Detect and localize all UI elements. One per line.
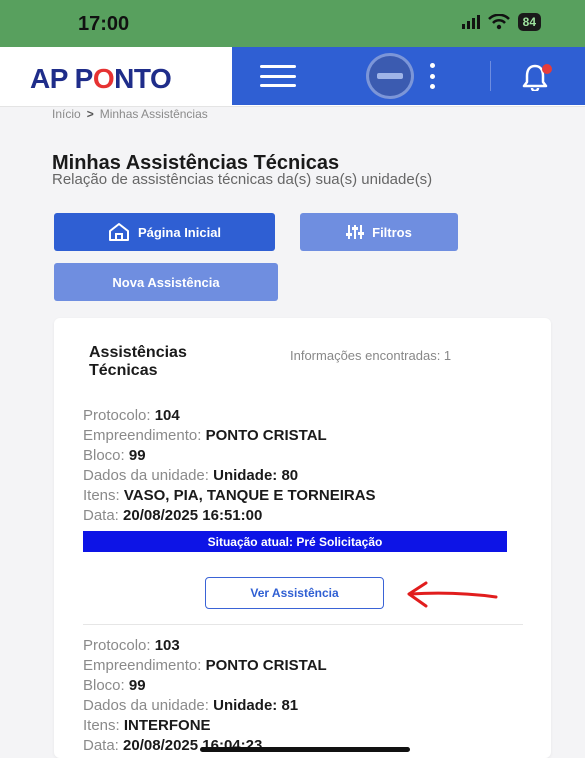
date-line: Data: 20/08/2025 16:51:00 — [83, 507, 263, 524]
wifi-icon — [487, 14, 510, 30]
header-toolbar — [232, 47, 585, 105]
home-button-label: Página Inicial — [137, 224, 222, 240]
list-item: Protocolo: 103 Empreendimento: PONTO CRI… — [83, 636, 327, 756]
divider — [83, 624, 523, 625]
app-header: AP PONTO — [0, 47, 585, 107]
protocol-line: Protocolo: 103 — [83, 637, 180, 654]
annotation-arrow-icon — [407, 581, 498, 608]
home-icon — [108, 223, 129, 241]
breadcrumb: Início > Minhas Assistências — [52, 107, 208, 121]
block-line: Bloco: 99 — [83, 677, 146, 694]
breadcrumb-home[interactable]: Início — [52, 107, 81, 121]
date-line: Data: 20/08/2025 16:04:23 — [83, 737, 263, 754]
menu-icon[interactable] — [260, 65, 296, 87]
results-count: Informações encontradas: 1 — [290, 348, 452, 363]
avatar[interactable] — [366, 53, 414, 99]
status-badge: Situação atual: Pré Solicitação — [83, 531, 507, 552]
home-indicator — [200, 747, 410, 752]
view-assistance-button[interactable]: Ver Assistência — [205, 577, 384, 609]
breadcrumb-current: Minhas Assistências — [99, 107, 208, 121]
notification-badge — [542, 64, 552, 74]
header-divider — [490, 61, 491, 91]
block-line: Bloco: 99 — [83, 447, 146, 464]
items-line: Itens: VASO, PIA, TANQUE E TORNEIRAS — [83, 487, 376, 504]
items-line: Itens: INTERFONE — [83, 717, 211, 734]
unit-line: Dados da unidade: Unidade: 81 — [83, 697, 299, 714]
development-line: Empreendimento: PONTO CRISTAL — [83, 657, 327, 674]
development-line: Empreendimento: PONTO CRISTAL — [83, 427, 327, 444]
unit-line: Dados da unidade: Unidade: 80 — [83, 467, 299, 484]
home-button[interactable]: Página Inicial — [54, 213, 275, 251]
status-bar: 17:00 84 — [0, 0, 585, 47]
list-item: Protocolo: 104 Empreendimento: PONTO CRI… — [83, 406, 376, 526]
app-logo[interactable]: AP PONTO — [30, 63, 172, 95]
battery-icon: 84 — [517, 13, 541, 31]
filters-button-label: Filtros — [372, 224, 412, 240]
assistance-card: Assistências Técnicas Informações encont… — [54, 318, 551, 758]
status-time: 17:00 — [78, 13, 130, 35]
more-options-icon[interactable] — [430, 63, 436, 89]
sliders-icon — [346, 225, 365, 239]
filters-button[interactable]: Filtros — [300, 213, 458, 251]
new-assistance-button[interactable]: Nova Assistência — [54, 263, 278, 301]
card-title: Assistências Técnicas — [89, 344, 187, 379]
signal-icon — [461, 15, 480, 29]
breadcrumb-separator: > — [86, 107, 94, 121]
status-icons: 84 — [461, 13, 541, 31]
page-subtitle: Relação de assistências técnicas da(s) s… — [52, 171, 433, 188]
protocol-line: Protocolo: 104 — [83, 407, 180, 424]
